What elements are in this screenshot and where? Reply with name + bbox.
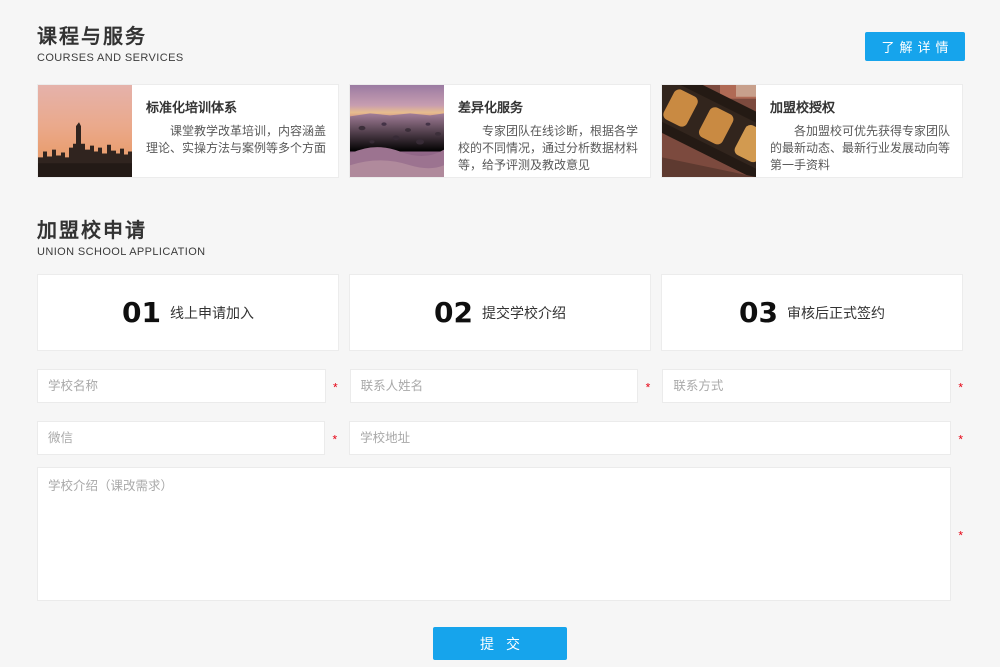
school-address-field-wrap: * [349,421,963,455]
card-title: 差异化服务 [458,97,638,116]
step-number: 02 [434,296,473,329]
application-form: * * * * * [37,369,963,660]
contact-name-field-wrap: * [350,369,651,403]
card-desc: 专家团队在线诊断，根据各学校的不同情况，通过分析数据材料等，给予评测及教改意见 [458,123,638,174]
card-standard-training[interactable]: 标准化培训体系 课堂教学改革培训，内容涵盖理论、实操方法与案例等多个方面 [37,84,339,178]
step-label: 审核后正式签约 [787,303,885,323]
step-label: 提交学校介绍 [482,303,566,323]
application-steps-row: 01 线上申请加入 02 提交学校介绍 03 审核后正式签约 [37,274,963,351]
application-subtitle: UNION SCHOOL APPLICATION [37,246,963,258]
courses-section-header: 课程与服务 COURSES AND SERVICES 了解详情 [37,20,963,64]
contact-method-input[interactable] [662,369,951,403]
page-container: 课程与服务 COURSES AND SERVICES 了解详情 [37,0,963,660]
learn-more-button[interactable]: 了解详情 [865,32,965,61]
courses-subtitle: COURSES AND SERVICES [37,52,963,64]
application-section-header: 加盟校申请 UNION SCHOOL APPLICATION [37,214,963,258]
step-apply-online: 01 线上申请加入 [37,274,339,351]
contact-method-field-wrap: * [662,369,963,403]
step-submit-intro: 02 提交学校介绍 [349,274,651,351]
required-asterisk: * [333,381,338,393]
application-title: 加盟校申请 [37,214,963,243]
required-asterisk: * [958,433,963,445]
card-body: 差异化服务 专家团队在线诊断，根据各学校的不同情况，通过分析数据材料等，给予评测… [444,85,650,177]
required-asterisk: * [332,433,337,445]
wechat-field-wrap: * [37,421,337,455]
school-name-field-wrap: * [37,369,338,403]
form-row-2: * * [37,421,963,455]
application-section: 加盟校申请 UNION SCHOOL APPLICATION 01 线上申请加入… [37,214,963,660]
film-strip-image [662,85,756,177]
card-body: 加盟校授权 各加盟校可优先获得专家团队的最新动态、最新行业发展动向等第一手资料 [756,85,962,177]
card-desc: 课堂教学改革培训，内容涵盖理论、实操方法与案例等多个方面 [146,123,326,157]
contact-name-input[interactable] [350,369,639,403]
wechat-input[interactable] [37,421,325,455]
card-franchise-authorization[interactable]: 加盟校授权 各加盟校可优先获得专家团队的最新动态、最新行业发展动向等第一手资料 [661,84,963,178]
card-differentiated-service[interactable]: 差异化服务 专家团队在线诊断，根据各学校的不同情况，通过分析数据材料等，给予评测… [349,84,651,178]
card-title: 加盟校授权 [770,97,950,116]
card-body: 标准化培训体系 课堂教学改革培训，内容涵盖理论、实操方法与案例等多个方面 [132,85,338,177]
form-row-1: * * * [37,369,963,403]
school-address-input[interactable] [349,421,951,455]
course-cards-row: 标准化培训体系 课堂教学改革培训，内容涵盖理论、实操方法与案例等多个方面 [37,84,963,178]
required-asterisk: * [958,529,963,541]
card-desc: 各加盟校可优先获得专家团队的最新动态、最新行业发展动向等第一手资料 [770,123,950,174]
required-asterisk: * [958,381,963,393]
step-number: 03 [739,296,778,329]
courses-title: 课程与服务 [37,20,963,49]
step-number: 01 [122,296,161,329]
school-intro-field-wrap: * [37,467,963,601]
required-asterisk: * [646,381,651,393]
city-sunset-image [38,85,132,177]
form-row-3: * [37,467,963,601]
card-title: 标准化培训体系 [146,97,326,116]
school-intro-textarea[interactable] [37,467,951,601]
school-name-input[interactable] [37,369,326,403]
submit-button[interactable]: 提交 [433,627,567,660]
desert-dusk-image [350,85,444,177]
step-sign-contract: 03 审核后正式签约 [661,274,963,351]
step-label: 线上申请加入 [170,303,254,323]
